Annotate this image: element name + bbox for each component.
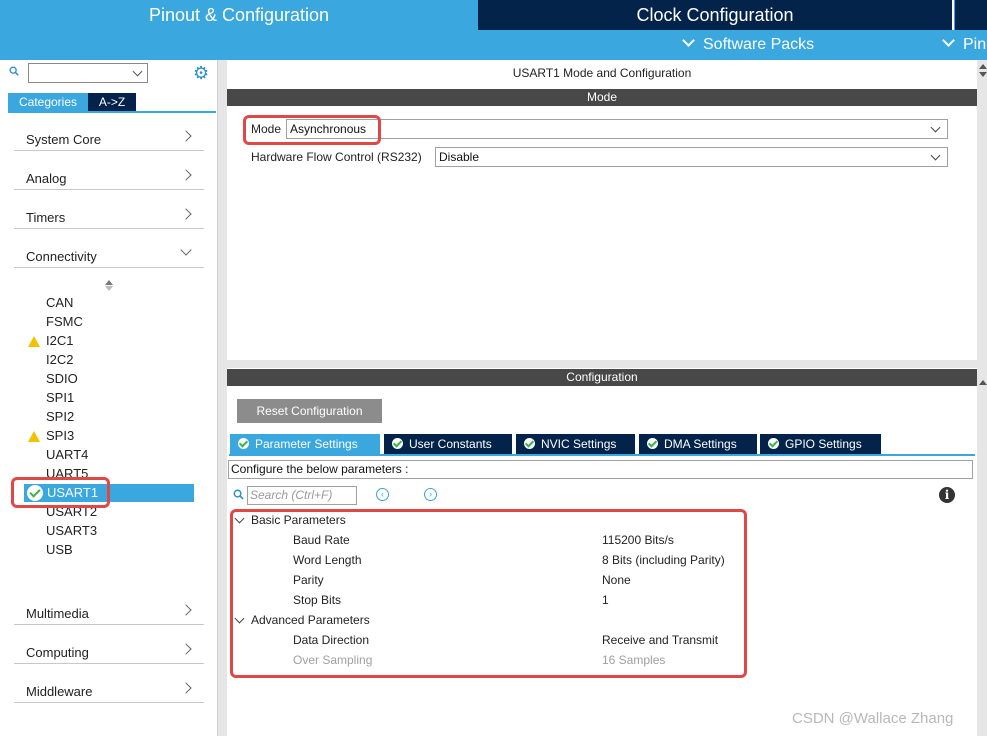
- category-label: Timers: [26, 210, 66, 225]
- peripheral-uart4[interactable]: UART4: [46, 447, 88, 463]
- tab-label: NVIC Settings: [541, 437, 617, 451]
- tab-parameter-settings[interactable]: Parameter Settings: [230, 434, 380, 454]
- category-label: System Core: [26, 132, 102, 147]
- scroll-up-icon[interactable]: [979, 380, 987, 385]
- peripheral-fsmc[interactable]: FSMC: [46, 314, 83, 330]
- categories-panel: [4, 60, 216, 736]
- mode-select[interactable]: Asynchronous: [286, 119, 948, 139]
- check-circle-icon: [768, 438, 779, 449]
- chevron-down-icon: [942, 34, 955, 47]
- category-connectivity[interactable]: Connectivity: [14, 241, 204, 268]
- chevron-right-icon: [180, 643, 192, 655]
- next-match-icon[interactable]: ›: [424, 488, 437, 501]
- peripheral-i2c2[interactable]: I2C2: [46, 352, 73, 368]
- panel-title: USART1 Mode and Configuration: [512, 66, 692, 80]
- mode-section-header: Mode: [227, 89, 977, 106]
- divider: [8, 111, 216, 113]
- reset-configuration-button[interactable]: Reset Configuration: [237, 399, 382, 423]
- category-timers[interactable]: Timers: [14, 202, 204, 229]
- check-circle-icon: [647, 438, 658, 449]
- category-label: Multimedia: [26, 606, 89, 621]
- chevron-down-icon: [930, 150, 941, 161]
- tab-label: DMA Settings: [664, 437, 737, 451]
- flow-control-label: Hardware Flow Control (RS232): [251, 150, 422, 164]
- check-circle-icon: [524, 438, 535, 449]
- pinout-menu[interactable]: Pin: [942, 30, 987, 60]
- categories-view-button[interactable]: Categories: [8, 93, 88, 111]
- category-label: Computing: [26, 645, 89, 660]
- previous-match-icon[interactable]: ‹: [376, 488, 389, 501]
- flow-control-value: Disable: [439, 150, 480, 164]
- watermark: CSDN @Wallace Zhang: [792, 710, 954, 727]
- category-computing[interactable]: Computing: [14, 637, 204, 664]
- scroll-up-icon[interactable]: [979, 64, 987, 69]
- peripheral-can[interactable]: CAN: [46, 295, 73, 311]
- sort-down-icon[interactable]: [105, 286, 113, 291]
- chevron-right-icon: [180, 604, 192, 616]
- highlight-box: [230, 509, 747, 678]
- category-multimedia[interactable]: Multimedia: [14, 598, 204, 625]
- search-icon: [9, 66, 19, 76]
- flow-control-select[interactable]: Disable: [435, 147, 948, 167]
- check-circle-icon: [392, 438, 403, 449]
- configure-hint: Configure the below parameters :: [228, 460, 973, 479]
- highlight-box: [11, 477, 110, 508]
- tab-label: GPIO Settings: [785, 437, 862, 451]
- category-middleware[interactable]: Middleware: [14, 676, 204, 703]
- tab-dma-settings[interactable]: DMA Settings: [639, 434, 757, 454]
- tab-label: User Constants: [409, 437, 492, 451]
- peripheral-i2c1[interactable]: I2C1: [46, 333, 73, 349]
- panel-splitter[interactable]: [217, 60, 227, 736]
- highlight-box: [243, 115, 381, 145]
- chevron-down-icon: [180, 244, 192, 256]
- warning-icon: [28, 336, 40, 347]
- peripheral-usart3[interactable]: USART3: [46, 523, 97, 539]
- parameter-search-input[interactable]: Search (Ctrl+F): [247, 486, 357, 505]
- chevron-right-icon: [180, 130, 192, 142]
- peripheral-spi1[interactable]: SPI1: [46, 390, 74, 406]
- pinout-menu-label: Pin: [963, 36, 987, 53]
- peripheral-sdio[interactable]: SDIO: [46, 371, 78, 387]
- tab-clock-configuration[interactable]: Clock Configuration: [478, 0, 952, 30]
- chevron-right-icon: [180, 682, 192, 694]
- scrollbar[interactable]: [977, 60, 987, 736]
- chevron-down-icon: [930, 122, 941, 133]
- tab-pinout-configuration[interactable]: Pinout & Configuration: [0, 0, 478, 30]
- search-icon: [233, 489, 244, 500]
- tab-nvic-settings[interactable]: NVIC Settings: [516, 434, 635, 454]
- gear-icon[interactable]: ⚙: [193, 64, 211, 82]
- chevron-right-icon: [180, 169, 192, 181]
- tab-label: Parameter Settings: [255, 437, 358, 451]
- software-packs-label: Software Packs: [703, 36, 815, 53]
- peripheral-spi2[interactable]: SPI2: [46, 409, 74, 425]
- tab-gpio-settings[interactable]: GPIO Settings: [760, 434, 881, 454]
- warning-icon: [28, 431, 40, 442]
- category-label: Connectivity: [26, 249, 97, 264]
- software-packs-menu[interactable]: Software Packs: [682, 30, 815, 60]
- peripheral-spi3[interactable]: SPI3: [46, 428, 74, 444]
- configuration-section-header: Configuration: [227, 369, 977, 386]
- chevron-down-icon: [682, 34, 695, 47]
- check-circle-icon: [238, 438, 249, 449]
- divider: [229, 454, 975, 456]
- category-system-core[interactable]: System Core: [14, 124, 204, 151]
- chevron-right-icon: [180, 208, 192, 220]
- peripheral-usb[interactable]: USB: [46, 542, 73, 558]
- category-label: Analog: [26, 171, 67, 186]
- tab-overflow[interactable]: [954, 0, 987, 30]
- info-icon[interactable]: i: [939, 487, 955, 503]
- sub-menu-bar: Software Packs Pin: [0, 30, 987, 60]
- sort-up-icon[interactable]: [105, 280, 113, 285]
- category-label: Middleware: [26, 684, 93, 699]
- panel-splitter[interactable]: [227, 360, 977, 368]
- category-search-input[interactable]: [28, 63, 148, 83]
- chevron-down-icon: [132, 66, 143, 77]
- tab-user-constants[interactable]: User Constants: [384, 434, 512, 454]
- scroll-down-icon[interactable]: [979, 72, 987, 77]
- az-view-button[interactable]: A->Z: [88, 93, 136, 111]
- category-analog[interactable]: Analog: [14, 163, 204, 190]
